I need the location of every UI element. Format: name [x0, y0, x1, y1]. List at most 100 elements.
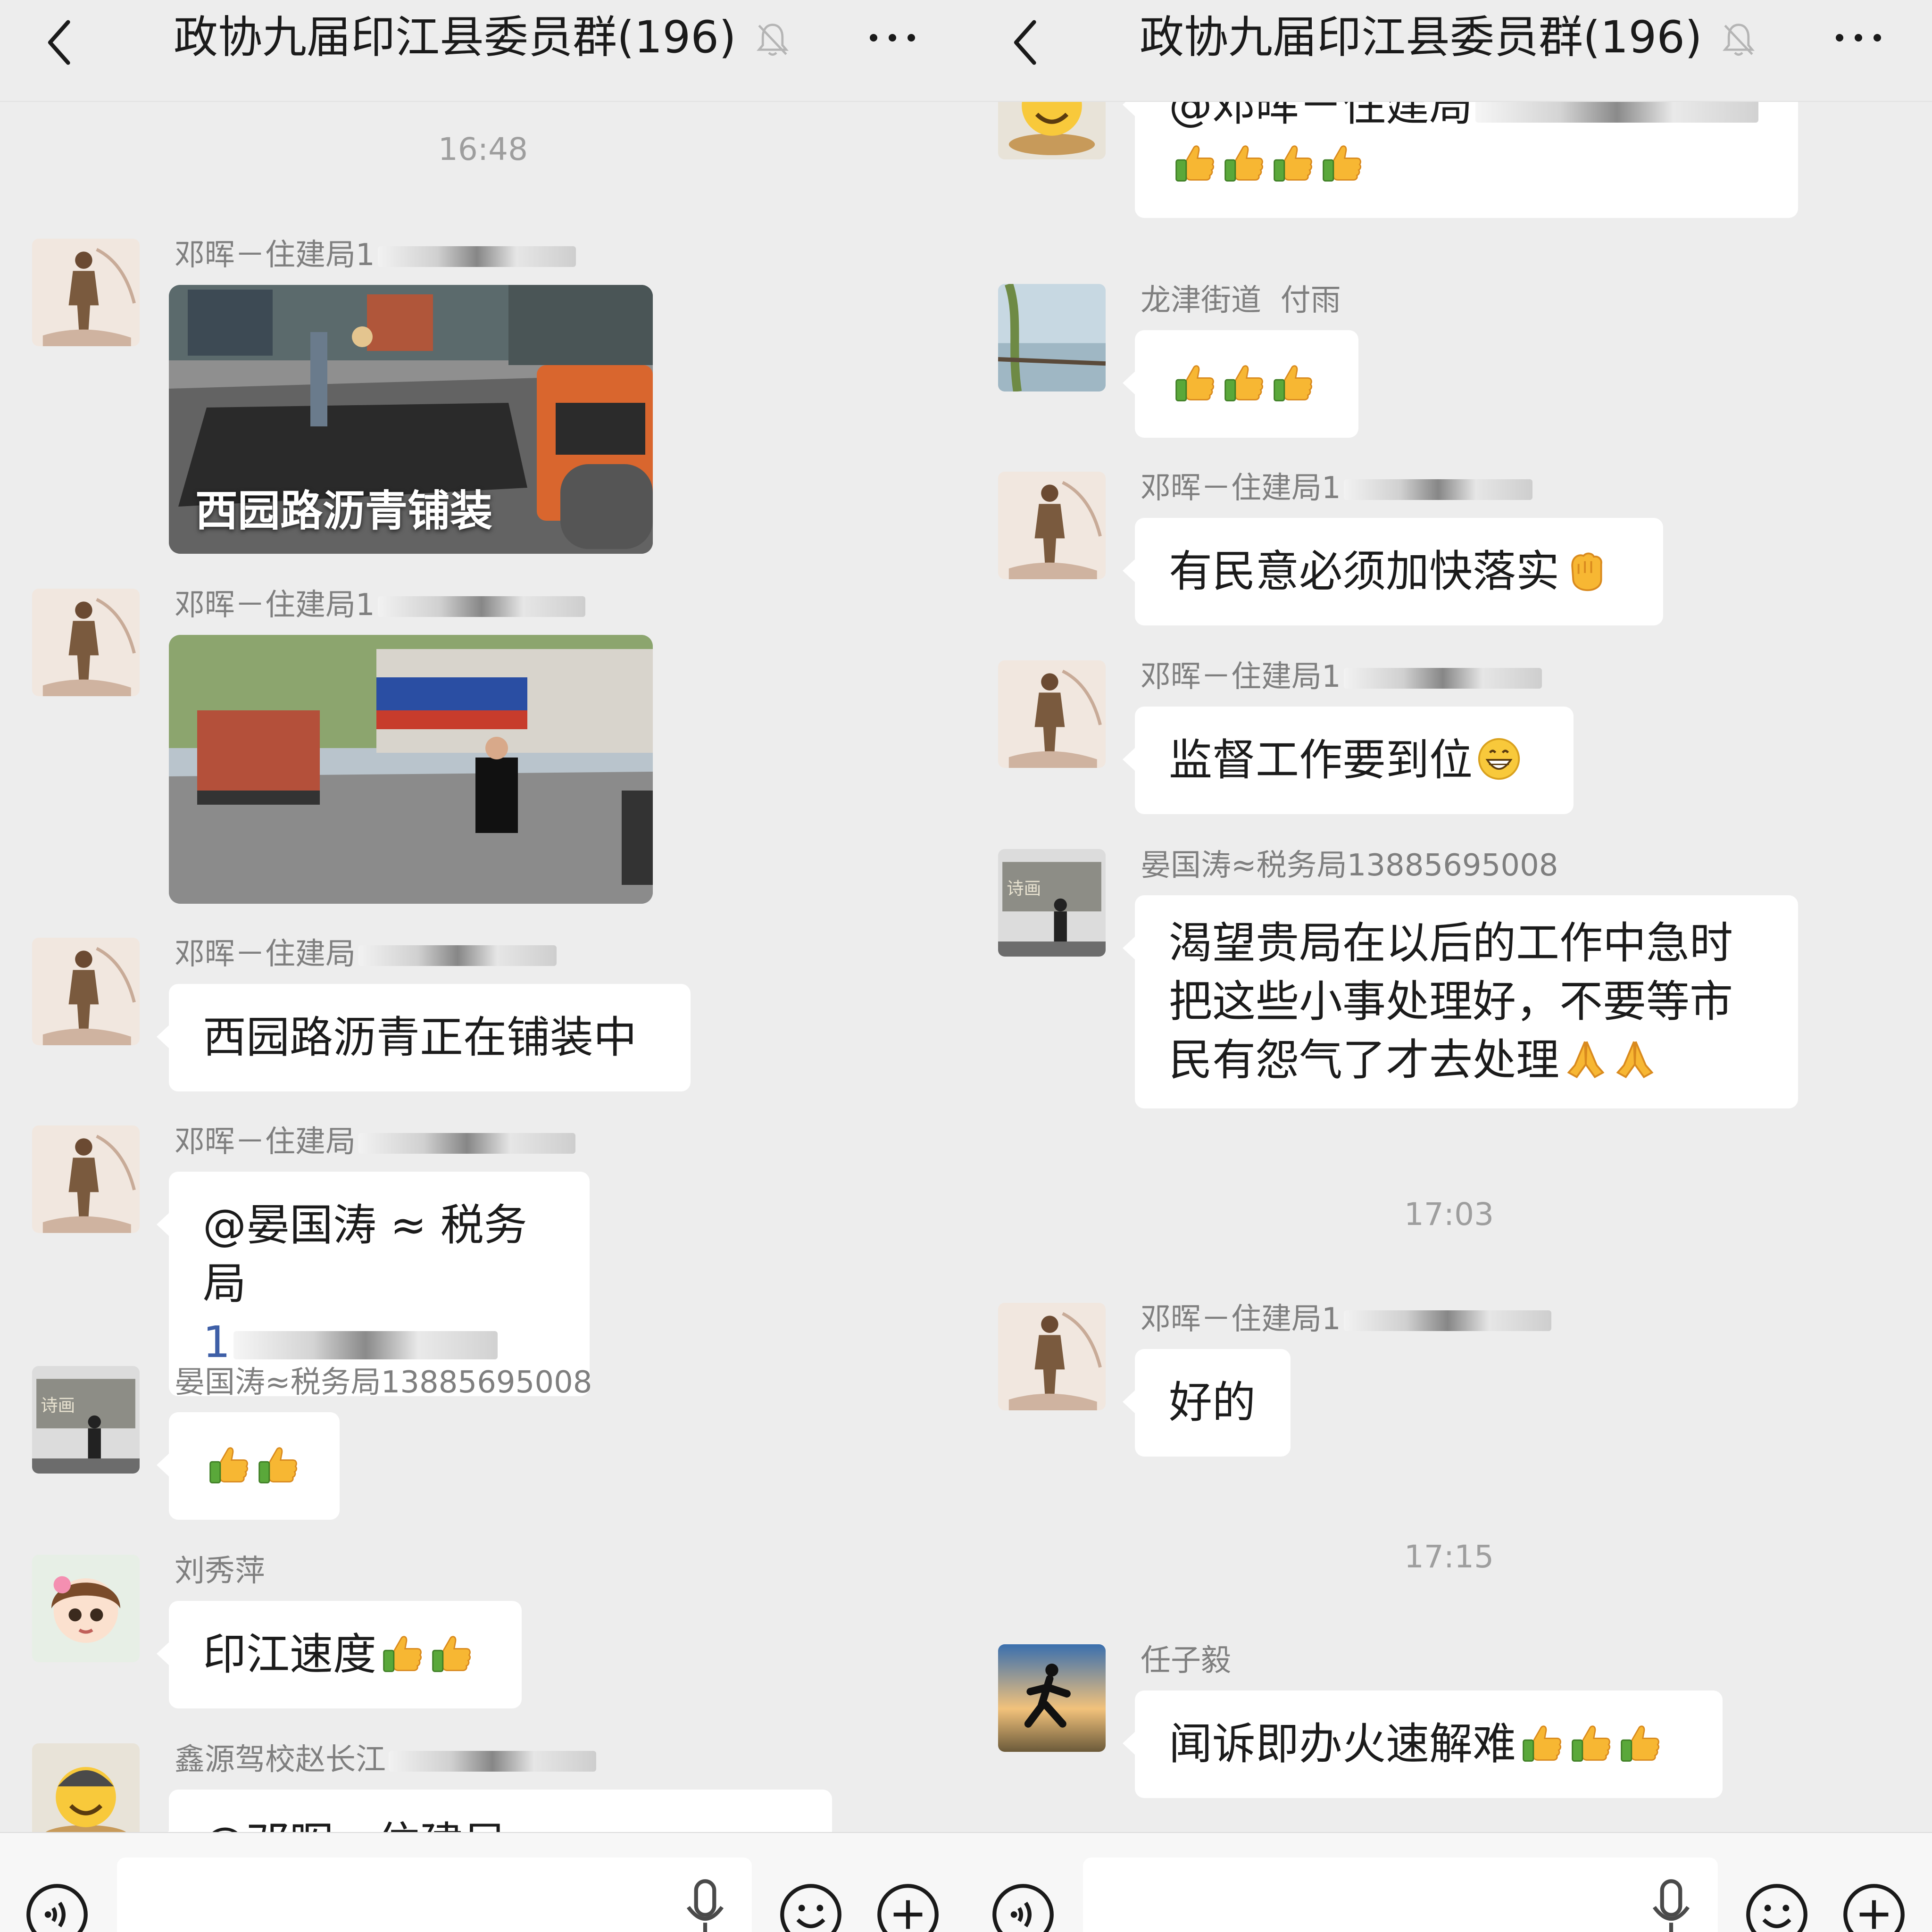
thumbs-up-emoji — [1175, 145, 1215, 182]
chat-header: 政协九届印江县委员群(196) — [966, 0, 1932, 102]
avatar[interactable] — [32, 1125, 140, 1233]
thumbs-up-emoji — [1224, 145, 1264, 182]
chat-pane-right: 政协九届印江县委员群(196) @邓晖－住建局 龙津街道 付雨 邓晖－住建局1 … — [966, 0, 1932, 1932]
text-bubble[interactable]: 渴望贵局在以后的工作中急时 把这些小事处理好，不要等市 民有怨气了才去处理 — [1123, 895, 1798, 1108]
thumbs-up-emoji — [1523, 1725, 1562, 1762]
chat-title: 政协九届印江县委员群(196) — [1140, 12, 1702, 63]
more-dots-icon[interactable] — [1833, 28, 1884, 47]
sender-name: 龙津街道 付雨 — [1141, 283, 1341, 318]
mention-text: @晏国涛 ≈ 税务局 — [203, 1200, 527, 1309]
thumbs-up-emoji — [209, 1447, 249, 1483]
sender-name: 邓晖－住建局 — [175, 1116, 575, 1168]
bell-off-icon — [1723, 24, 1755, 56]
message-feed[interactable]: 16:48 邓晖－住建局1 西园路沥青铺装 邓晖－住建局1 邓晖－住建局 西园路… — [0, 101, 966, 1832]
text-bubble[interactable]: 西园路沥青正在铺装中 — [157, 984, 691, 1091]
avatar[interactable] — [998, 101, 1106, 159]
sender-name: 邓晖－住建局1 — [1141, 462, 1532, 514]
thumbs-up-emoji — [1175, 365, 1215, 401]
message-text: @邓晖－住建局 — [1169, 101, 1473, 131]
thumbs-up-emoji — [258, 1447, 298, 1483]
more-dots-icon[interactable] — [867, 28, 918, 47]
sender-name: 邓晖－住建局1 — [175, 229, 576, 281]
thumbs-up-emoji — [1572, 1725, 1611, 1762]
sender-name: 晏国涛≈税务局13885695008 — [1141, 848, 1558, 883]
pray-hands-emoji — [1567, 1041, 1604, 1078]
emoji-face-icon[interactable] — [1744, 1882, 1809, 1932]
text-bubble[interactable]: 闻诉即办火速解难 — [1123, 1690, 1723, 1798]
message-line: 渴望贵局在以后的工作中急时 — [1169, 918, 1733, 968]
sender-name: 鑫源驾校赵长江 — [175, 1734, 596, 1786]
timestamp: 17:03 — [1404, 1196, 1494, 1232]
chat-header: 政协九届印江县委员群(196) — [0, 0, 966, 102]
avatar[interactable] — [998, 1644, 1106, 1752]
thumbs-up-emoji — [383, 1636, 422, 1672]
chat-title: 政协九届印江县委员群(196) — [174, 12, 736, 63]
message-input[interactable] — [1083, 1857, 1718, 1932]
thumbs-up-emoji — [1224, 365, 1264, 401]
timestamp: 16:48 — [438, 131, 528, 167]
sender-name: 邓晖－住建局1 — [175, 579, 585, 631]
avatar[interactable] — [998, 1303, 1106, 1410]
emoji-face-icon[interactable] — [778, 1882, 843, 1932]
avatar[interactable] — [32, 239, 140, 346]
timestamp: 17:15 — [1404, 1539, 1494, 1575]
message-text: 监督工作要到位 — [1169, 735, 1473, 785]
microphone-icon[interactable] — [1645, 1875, 1697, 1932]
chat-pane-left: 政协九届印江县委员群(196) 16:48 邓晖－住建局1 西园路沥青铺装 邓晖… — [0, 0, 966, 1932]
text-bubble[interactable] — [1123, 330, 1358, 438]
photo-message[interactable]: 西园路沥青铺装 — [169, 285, 653, 554]
text-bubble[interactable]: 监督工作要到位 — [1123, 707, 1574, 814]
text-bubble[interactable]: 有民意必须加快落实 — [1123, 518, 1663, 625]
sender-name: 邓晖－住建局1 — [1141, 651, 1542, 703]
message-text: 西园路沥青正在铺装中 — [203, 1012, 637, 1063]
sender-name: 邓晖－住建局1 — [1141, 1293, 1551, 1345]
sender-name: 刘秀萍 — [175, 1554, 265, 1589]
avatar[interactable] — [32, 1555, 140, 1662]
sender-name: 任子毅 — [1141, 1643, 1231, 1678]
avatar[interactable] — [32, 589, 140, 696]
voice-input-icon[interactable] — [25, 1882, 90, 1932]
text-bubble[interactable]: 印江速度 — [157, 1601, 522, 1708]
avatar[interactable] — [998, 472, 1106, 579]
microphone-icon[interactable] — [679, 1875, 731, 1932]
voice-input-icon[interactable] — [991, 1882, 1056, 1932]
avatar[interactable] — [998, 849, 1106, 957]
input-bar — [966, 1832, 1932, 1932]
message-text: 好的 — [1169, 1377, 1256, 1428]
message-feed[interactable]: @邓晖－住建局 龙津街道 付雨 邓晖－住建局1 有民意必须加快落实 邓晖－住建局… — [966, 101, 1932, 1832]
message-line: 民有怨气了才去处理 — [1169, 1035, 1560, 1085]
thumbs-up-emoji — [1323, 145, 1362, 182]
message-line: 把这些小事处理好，不要等市 — [1169, 976, 1733, 1027]
photo-caption: 西园路沥青铺装 — [195, 486, 492, 536]
sender-name: 邓晖－住建局 — [175, 928, 557, 980]
avatar[interactable] — [32, 938, 140, 1045]
avatar[interactable] — [998, 284, 1106, 391]
sender-name: 晏国涛≈税务局13885695008 — [175, 1365, 592, 1400]
plus-circle-icon[interactable] — [1841, 1882, 1907, 1932]
text-bubble[interactable] — [157, 1412, 340, 1520]
bell-off-icon — [757, 24, 789, 56]
text-bubble[interactable]: 好的 — [1123, 1349, 1291, 1457]
message-input[interactable] — [117, 1857, 752, 1932]
back-icon[interactable] — [999, 14, 1056, 71]
thumbs-up-emoji — [432, 1636, 471, 1672]
fist-emoji — [1571, 552, 1602, 591]
message-text: 闻诉即办火速解难 — [1169, 1719, 1516, 1769]
avatar[interactable] — [32, 1743, 140, 1832]
back-icon[interactable] — [33, 14, 90, 71]
plus-circle-icon[interactable] — [875, 1882, 941, 1932]
text-bubble[interactable]: @邓晖－住建局 — [1123, 101, 1798, 218]
pray-hands-emoji — [1616, 1041, 1653, 1078]
input-bar — [0, 1832, 966, 1932]
thumbs-up-emoji — [1274, 145, 1313, 182]
message-text: @邓晖－住建局 — [203, 1818, 507, 1832]
avatar[interactable] — [32, 1366, 140, 1474]
grin-emoji — [1476, 736, 1522, 782]
message-text: 有民意必须加快落实 — [1169, 546, 1560, 597]
avatar[interactable] — [998, 660, 1106, 768]
text-bubble[interactable]: @邓晖－住建局 — [157, 1790, 832, 1832]
message-text: 印江速度 — [203, 1629, 377, 1680]
thumbs-up-emoji — [1621, 1725, 1660, 1762]
photo-message[interactable] — [169, 635, 653, 904]
thumbs-up-emoji — [1274, 365, 1313, 401]
